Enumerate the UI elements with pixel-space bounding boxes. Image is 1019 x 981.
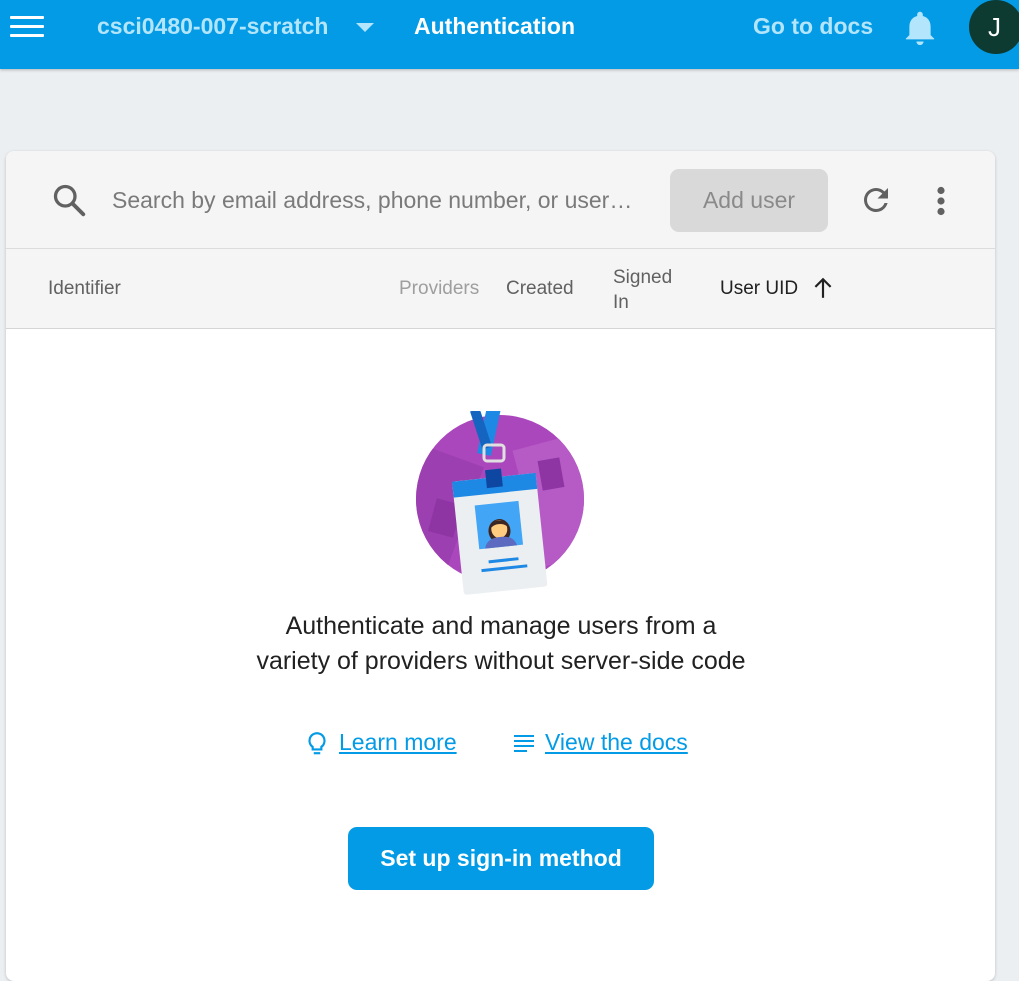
learn-more-link[interactable]: Learn more <box>339 729 457 756</box>
add-user-button[interactable]: Add user <box>670 169 828 232</box>
users-card: Add user Identifier Providers Created Si… <box>6 151 995 981</box>
set-up-sign-in-method-button[interactable]: Set up sign-in method <box>348 827 654 890</box>
search-icon <box>53 184 86 217</box>
page-title: Authentication <box>414 13 575 39</box>
arrow-up-icon[interactable] <box>812 276 834 300</box>
menu-icon[interactable] <box>10 13 44 39</box>
search-input[interactable] <box>110 178 662 222</box>
more-vert-icon[interactable] <box>931 183 951 219</box>
search-toolbar: Add user <box>6 151 995 249</box>
empty-state-message: Authenticate and manage users from a var… <box>256 612 746 675</box>
id-badge-illustration <box>416 411 584 595</box>
table-header: Identifier Providers Created Signed In U… <box>6 249 995 329</box>
refresh-icon[interactable] <box>858 182 894 218</box>
column-header-user-uid[interactable]: User UID <box>720 278 798 300</box>
dropdown-caret-icon[interactable] <box>356 23 374 32</box>
go-to-docs-link[interactable]: Go to docs <box>753 13 873 40</box>
docs-lines-icon <box>514 735 534 752</box>
bell-icon[interactable] <box>903 9 937 47</box>
avatar[interactable]: J <box>969 0 1019 54</box>
project-selector[interactable]: csci0480-007-scratch <box>97 13 328 41</box>
top-app-bar: csci0480-007-scratch Authentication Go t… <box>0 0 1019 69</box>
column-header-identifier: Identifier <box>48 278 121 299</box>
column-header-signed-in[interactable]: Signed In <box>613 265 693 315</box>
column-header-providers: Providers <box>399 278 480 299</box>
column-header-created[interactable]: Created <box>506 278 574 300</box>
lightbulb-icon <box>308 732 326 755</box>
view-docs-link[interactable]: View the docs <box>545 729 688 756</box>
